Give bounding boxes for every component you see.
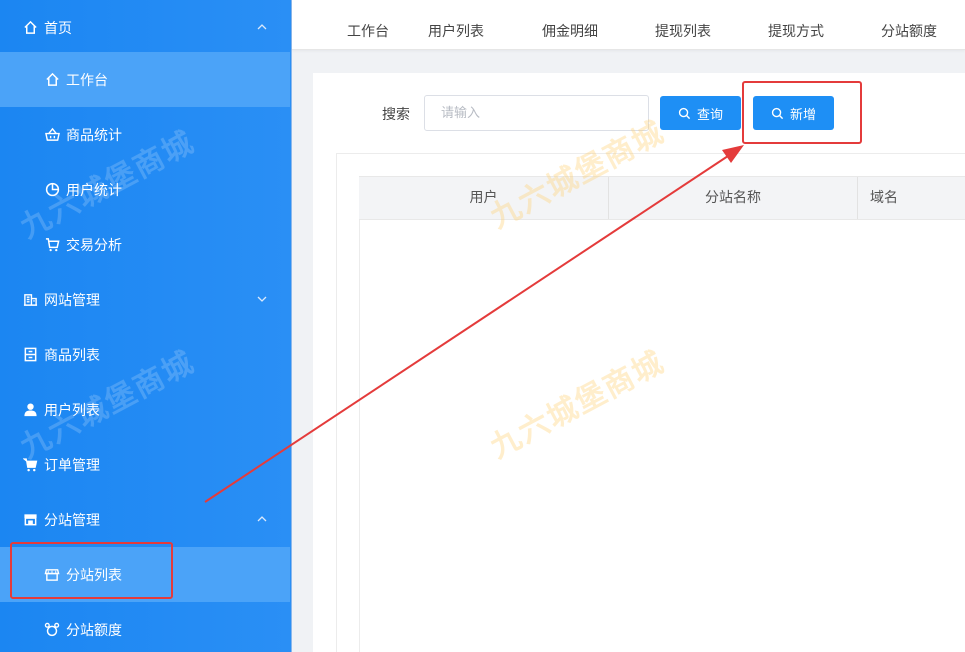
wallet-icon [44, 622, 60, 638]
sidebar-item-label: 网站管理 [44, 292, 100, 309]
home-icon [22, 20, 38, 36]
search-input[interactable] [424, 95, 649, 131]
sidebar-item-label: 用户列表 [44, 402, 100, 419]
tab-withdraw-method[interactable]: 提现方式 [768, 21, 824, 41]
column-header-branch-name[interactable]: 分站名称 [609, 177, 858, 219]
sidebar-item-product-stats[interactable]: 商品统计 [0, 107, 290, 162]
query-button[interactable]: 查询 [660, 96, 741, 130]
building-icon [22, 292, 38, 308]
sidebar-item-order-management[interactable]: 订单管理 [0, 437, 290, 492]
sidebar-item-label: 分站列表 [66, 567, 122, 584]
sidebar: 首页 工作台 商品统计 用户统计 交易分析 网站管理 商品列表 用户列表 订单管… [0, 0, 292, 652]
sidebar-item-label: 首页 [44, 20, 72, 37]
top-tab-bar [292, 0, 965, 50]
add-button[interactable]: 新增 [753, 96, 834, 130]
column-header-user[interactable]: 用户 [359, 177, 609, 219]
cabinet-icon [22, 347, 38, 363]
sidebar-item-label: 工作台 [66, 72, 108, 89]
sidebar-item-product-list[interactable]: 商品列表 [0, 327, 290, 382]
table-container [336, 153, 965, 652]
sidebar-item-label: 分站额度 [66, 622, 122, 639]
cart-icon [44, 237, 60, 253]
user-icon [22, 402, 38, 418]
query-button-label: 查询 [696, 107, 723, 123]
sidebar-item-label: 商品列表 [44, 347, 100, 364]
sidebar-item-user-list[interactable]: 用户列表 [0, 382, 290, 437]
sidebar-item-label: 分站管理 [44, 512, 100, 529]
search-icon [678, 107, 691, 119]
sidebar-item-home[interactable]: 首页 [0, 0, 290, 55]
store-icon [22, 512, 38, 528]
cart-icon [22, 457, 38, 473]
tab-dashboard[interactable]: 工作台 [347, 21, 389, 41]
sidebar-item-label: 订单管理 [44, 457, 100, 474]
sidebar-item-branch-list[interactable]: 分站列表 [0, 547, 290, 602]
tab-withdraw-list[interactable]: 提现列表 [655, 21, 711, 41]
tab-commission-detail[interactable]: 佣金明细 [542, 21, 598, 41]
pie-chart-icon [44, 182, 60, 198]
chevron-up-icon [257, 24, 267, 30]
search-icon [771, 107, 784, 119]
home-icon [44, 72, 60, 88]
sidebar-item-branch-quota[interactable]: 分站额度 [0, 602, 290, 652]
table-body-border [359, 220, 360, 652]
tab-branch-quota[interactable]: 分站额度 [881, 21, 937, 41]
shop-icon [44, 567, 60, 583]
sidebar-item-trade-analysis[interactable]: 交易分析 [0, 217, 290, 272]
sidebar-item-site-management[interactable]: 网站管理 [0, 272, 290, 327]
chevron-down-icon [257, 296, 267, 302]
sidebar-item-user-stats[interactable]: 用户统计 [0, 162, 290, 217]
tab-user-list[interactable]: 用户列表 [428, 21, 484, 41]
add-button-label: 新增 [789, 107, 816, 123]
sidebar-item-branch-management[interactable]: 分站管理 [0, 492, 290, 547]
sidebar-item-label: 用户统计 [66, 182, 122, 199]
sidebar-item-dashboard[interactable]: 工作台 [0, 52, 290, 107]
basket-icon [44, 127, 60, 143]
column-header-domain[interactable]: 域名 [858, 177, 965, 219]
search-label: 搜索 [382, 107, 410, 123]
sidebar-item-label: 商品统计 [66, 127, 122, 144]
table-header: 用户 分站名称 域名 [359, 176, 965, 220]
chevron-up-icon [257, 516, 267, 522]
sidebar-item-label: 交易分析 [66, 237, 122, 254]
